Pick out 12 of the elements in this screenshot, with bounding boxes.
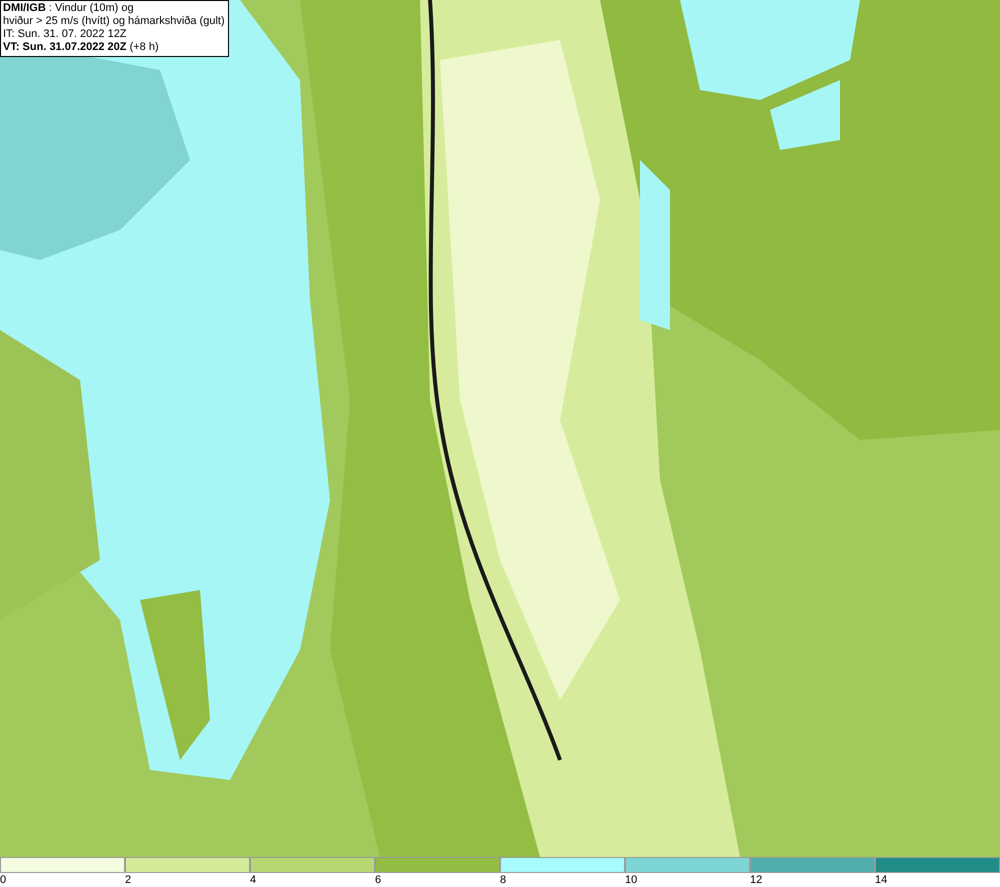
legend-label: 14: [875, 873, 888, 887]
legend-label: 10: [625, 873, 638, 887]
legend-label: 4: [250, 873, 256, 887]
legend-label: 8: [500, 873, 506, 887]
info-text: hviður > 25 m/s (hvítt) og hámarkshviða (gult): [3, 15, 226, 28]
info-text: VT: Sun. 31.07.2022 20Z (+8 h): [3, 41, 160, 54]
legend-label: 6: [375, 873, 382, 887]
legend-label: 2: [125, 873, 132, 887]
info-text: DMI/IGB : Vindur (10m) og: [3, 2, 135, 15]
legend-label: 12: [750, 873, 762, 887]
info-text: IT: Sun. 31. 07. 2022 12Z: [3, 28, 128, 41]
legend-label: 0: [0, 873, 6, 887]
